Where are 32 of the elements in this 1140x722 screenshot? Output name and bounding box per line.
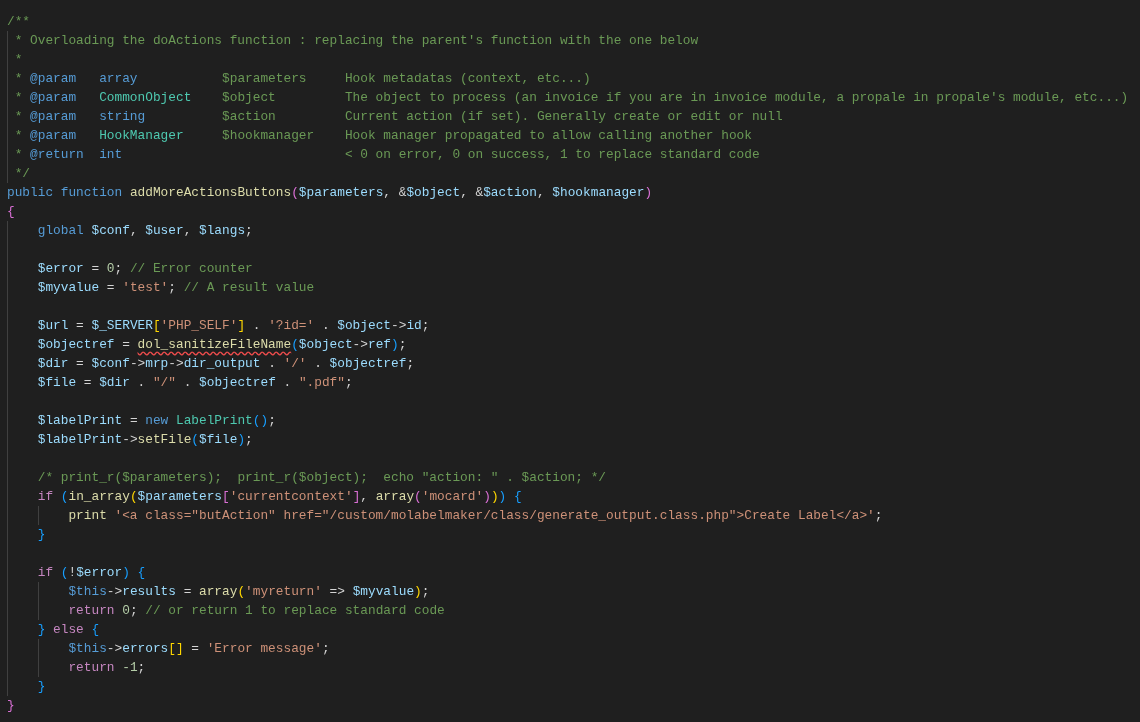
code-line: } xyxy=(7,697,15,715)
code-line: if (in_array($parameters['currentcontext'], array('mocard'))) { xyxy=(37,488,522,506)
code-line: */ xyxy=(14,165,31,183)
code-line: $objectref = dol_sanitizeFileName($object->ref); xyxy=(37,336,407,354)
code-line: $this->errors[] = 'Error message'; xyxy=(68,640,330,658)
code-line: * Overloading the doActions function : replacing the parent's function with the one below xyxy=(14,32,699,50)
code-line: * @param CommonObject $object The object to process (an invoice if you are in invoice module, a propale in propale's module, etc...) xyxy=(14,89,1129,107)
code-line: $this->results = array('myreturn' => $myvalue); xyxy=(68,583,430,601)
code-line: return 0; // or return 1 to replace standard code xyxy=(68,602,445,620)
code-line: * @param HookManager $hookmanager Hook manager propagated to allow calling another hook xyxy=(14,127,752,145)
code-line: $url = $_SERVER['PHP_SELF'] . '?id=' . $object->id; xyxy=(37,317,430,335)
code-line: $dir = $conf->mrp->dir_output . '/' . $objectref; xyxy=(37,355,415,373)
code-line: $myvalue = 'test'; // A result value xyxy=(37,279,315,297)
code-line: * xyxy=(14,51,23,69)
code-line: print '<a class="butAction" href="/custom/molabelmaker/class/generate_output.class.php">Create Label</a>'; xyxy=(68,507,883,525)
code-line: /** xyxy=(7,13,31,31)
code-line: } else { xyxy=(37,621,100,639)
code-line: global $conf, $user, $langs; xyxy=(37,222,253,240)
code-line: * @param array $parameters Hook metadatas (context, etc...) xyxy=(14,70,591,88)
code-line: } xyxy=(37,526,46,544)
code-line: public function addMoreActionsButtons($parameters, &$object, &$action, $hookmanager) xyxy=(7,184,653,202)
code-line: * @param string $action Current action (if set). Generally create or edit or null xyxy=(14,108,783,126)
code-line: if (!$error) { xyxy=(37,564,146,582)
code-line: $error = 0; // Error counter xyxy=(37,260,253,278)
code-line: return -1; xyxy=(68,659,146,677)
code-line: $labelPrint = new LabelPrint(); xyxy=(37,412,276,430)
code-line: /* print_r($parameters); print_r($object); echo "action: " . $action; */ xyxy=(37,469,606,487)
code-line: $labelPrint->setFile($file); xyxy=(37,431,253,449)
code-line: * @return int < 0 on error, 0 on success, 1 to replace standard code xyxy=(14,146,760,164)
code-line: $file = $dir . "/" . $objectref . ".pdf"; xyxy=(37,374,353,392)
code-line: { xyxy=(7,203,15,221)
code-line: } xyxy=(37,678,46,696)
